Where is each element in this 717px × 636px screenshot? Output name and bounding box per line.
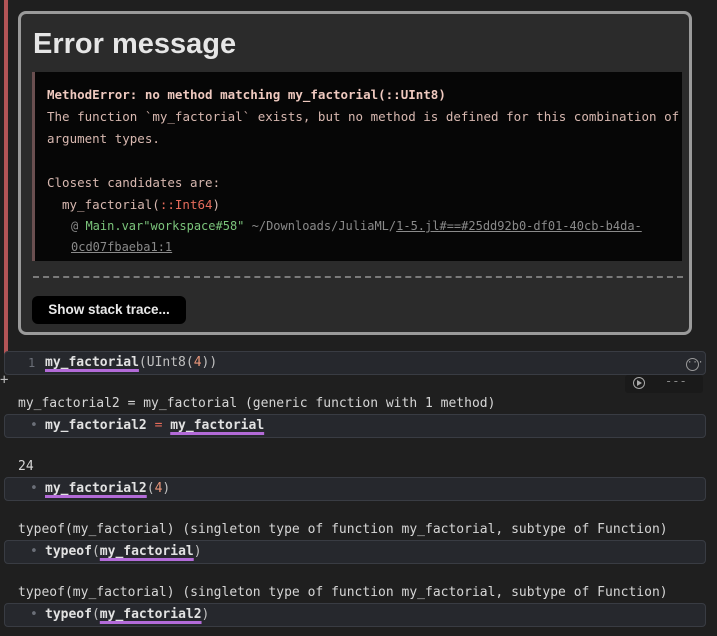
ellipsis-circle-icon[interactable]: ··· (686, 358, 703, 371)
cell-bullet: • (30, 544, 38, 559)
error-title: Error message (33, 28, 237, 60)
fn-reference[interactable]: my_factorial (170, 418, 264, 433)
code-operator: = (146, 418, 171, 433)
run-cell-icon[interactable] (633, 377, 645, 389)
error-panel: Error message MethodError: no method mat… (18, 11, 692, 335)
candidate-close: ) (212, 197, 221, 212)
candidate-path: ~/Downloads/JuliaML/ (244, 219, 397, 233)
code-keyword: typeof (45, 607, 92, 622)
cell-3-code[interactable]: my_factorial2(4) (45, 478, 170, 500)
code-token: ) (193, 544, 202, 559)
error-description-line1: The function `my_factorial` exists, but … (47, 109, 680, 124)
error-divider (33, 276, 683, 278)
code-keyword: typeof (45, 544, 92, 559)
candidate-type: ::Int64 (159, 197, 213, 212)
cell-run-bar: --- (625, 374, 703, 393)
code-token: ( (91, 607, 100, 622)
line-number: 1 (28, 356, 36, 370)
code-cell-2[interactable]: • my_factorial2 = my_factorial (4, 414, 706, 438)
candidate-link-part2[interactable]: 0cd07fbaeba1:1 (71, 240, 172, 254)
code-token: ) (162, 481, 171, 496)
cell-5-output: typeof(my_factorial) (singleton type of … (18, 585, 668, 600)
code-cell-1[interactable]: 1 my_factorial(UInt8(4)) (4, 351, 706, 375)
error-description-line2: argument types. (47, 131, 160, 146)
error-cell-indicator (4, 0, 8, 372)
code-token: )) (201, 355, 218, 370)
code-cell-5[interactable]: • typeof(my_factorial2) (4, 603, 706, 627)
error-header: MethodError: no method matching my_facto… (47, 87, 446, 102)
run-status-dashes: --- (665, 374, 687, 388)
cell-3-output: 24 (18, 459, 34, 474)
cell-bullet: • (30, 418, 38, 433)
fn-call[interactable]: my_factorial2 (45, 481, 147, 496)
code-variable: my_factorial2 (45, 418, 147, 433)
code-token: ( (146, 481, 155, 496)
candidate-location: @ Main.var"workspace#58" ~/Downloads/Jul… (47, 216, 670, 258)
closest-candidates-label: Closest candidates are: (47, 175, 221, 190)
candidate-signature: my_factorial(::Int64) (47, 194, 670, 216)
candidate-module: Main.var"workspace#58" (85, 219, 245, 233)
cell-4-code[interactable]: typeof(my_factorial) (45, 541, 202, 563)
candidate-at: @ (71, 219, 86, 233)
cell-2-output: my_factorial2 = my_factorial (generic fu… (18, 396, 496, 411)
cell-1-code[interactable]: my_factorial(UInt8(4)) (45, 352, 217, 374)
candidate-link-part1[interactable]: 1-5.jl#==#25dd92b0-df01-40cb-b4da- (396, 219, 642, 233)
candidate-name: my_factorial( (62, 197, 160, 212)
cell-bullet: • (30, 481, 38, 496)
code-cell-4[interactable]: • typeof(my_factorial) (4, 540, 706, 564)
cell-bullet: • (30, 607, 38, 622)
code-token: ( (91, 544, 100, 559)
show-stack-trace-button[interactable]: Show stack trace... (32, 296, 186, 324)
cell-5-code[interactable]: typeof(my_factorial2) (45, 604, 209, 626)
cell-2-code[interactable]: my_factorial2 = my_factorial (45, 415, 264, 437)
fn-call[interactable]: my_factorial (45, 355, 139, 370)
code-cell-3[interactable]: • my_factorial2(4) (4, 477, 706, 501)
cell-4-output: typeof(my_factorial) (singleton type of … (18, 522, 668, 537)
error-message-box: MethodError: no method matching my_facto… (32, 72, 682, 261)
code-token: (UInt8( (138, 355, 194, 370)
fn-reference[interactable]: my_factorial2 (100, 607, 202, 622)
fn-reference[interactable]: my_factorial (100, 544, 194, 559)
code-number: 4 (193, 355, 202, 370)
code-token: ) (201, 607, 210, 622)
plus-icon[interactable]: + (0, 373, 8, 387)
